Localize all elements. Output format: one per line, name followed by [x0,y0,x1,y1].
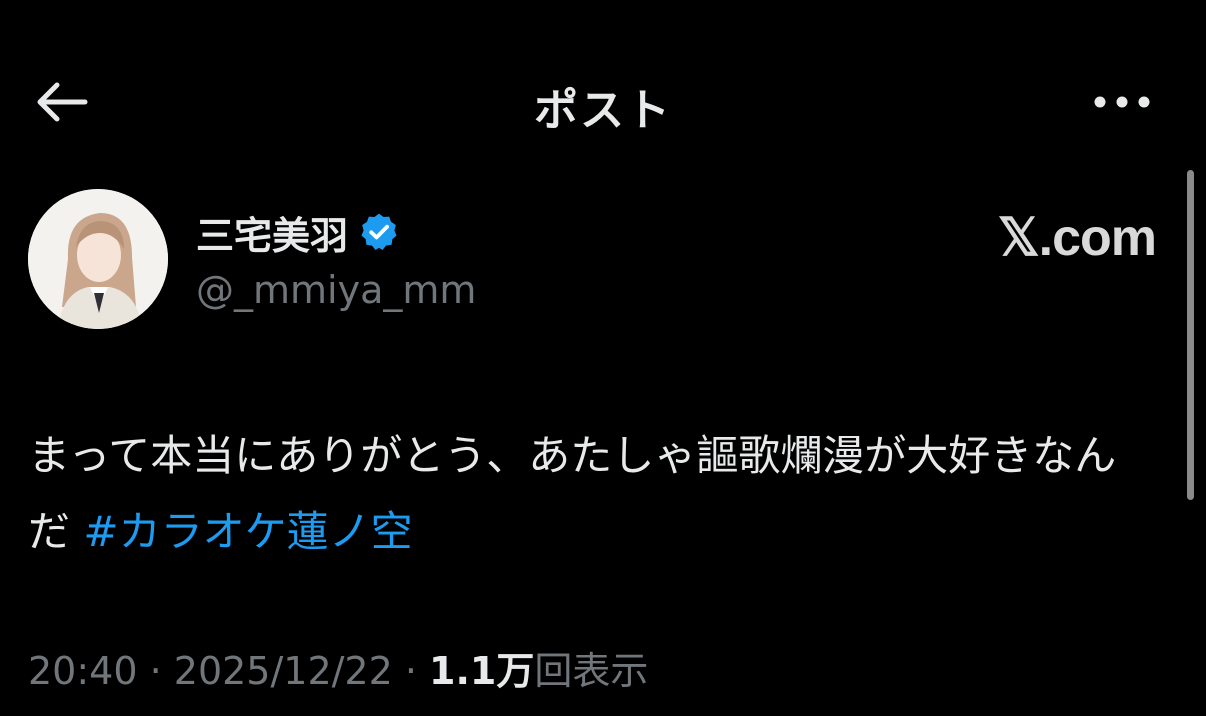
more-options-button[interactable] [1086,76,1158,128]
tweet-text: まって本当にありがとう、あたしゃ謳歌爛漫が大好きなんだ #カラオケ蓮ノ空 [28,418,1158,570]
author-handle[interactable]: @_mmiya_mm [196,268,476,312]
meta-separator: · [392,649,430,693]
tweet-time[interactable]: 20:40 [28,649,138,693]
avatar-image [28,189,168,329]
views-label: 回表示 [534,649,649,693]
verified-badge-icon [361,213,397,251]
author-name-row[interactable]: 三宅美羽 [196,204,400,260]
tweet-date[interactable]: 2025/12/22 [174,649,393,693]
avatar[interactable] [28,189,168,329]
more-horizontal-icon [1094,96,1150,108]
author-name[interactable]: 三宅美羽 [196,205,348,260]
meta-separator: · [137,649,174,693]
page-title: ポスト [534,85,672,136]
tweet-meta: 20:40 · 2025/12/22 · 1.1万回表示 [28,640,648,695]
post-detail-screen: ポスト 三宅美羽 @_mmiya_mm 𝕏.com まって本当にありがとう、あた… [0,0,1206,716]
scrollbar[interactable] [1187,170,1194,500]
top-bar: ポスト [0,0,1206,168]
views-count[interactable]: 1.1万 [429,649,534,693]
source-label: 𝕏.com [997,209,1157,267]
hashtag-link[interactable]: #カラオケ蓮ノ空 [83,507,412,556]
